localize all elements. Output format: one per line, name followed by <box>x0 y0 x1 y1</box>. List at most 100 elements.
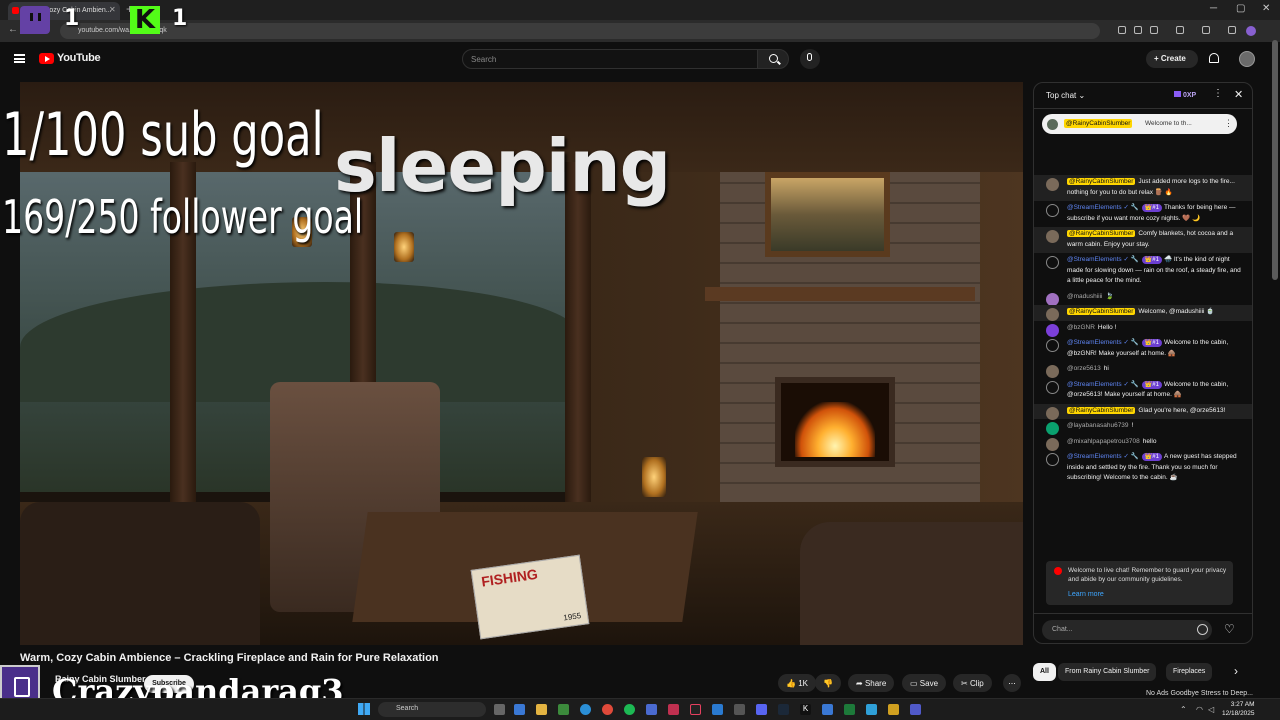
app-icon[interactable] <box>734 704 745 715</box>
chat-message[interactable]: @StreamElements ✓ 🔧 👑#1 Welcome to the cab… <box>1034 336 1252 362</box>
taskbar-clock[interactable]: 3:27 AM 12/18/2025 <box>1222 701 1255 718</box>
chat-author[interactable]: @mixahlpapapetrou3708 <box>1067 438 1140 445</box>
bookmark-star-icon[interactable] <box>1150 26 1158 34</box>
chip-all[interactable]: All <box>1033 663 1056 681</box>
app-icon[interactable] <box>844 704 855 715</box>
notifications-bell-icon[interactable] <box>1209 53 1219 63</box>
cast-icon[interactable] <box>1118 26 1126 34</box>
chat-author[interactable]: @StreamElements ✓ 🔧 <box>1067 204 1139 211</box>
zoom-icon[interactable] <box>1134 26 1142 34</box>
xp-badge[interactable]: 0XP <box>1174 91 1196 99</box>
account-avatar[interactable] <box>1239 51 1255 67</box>
heart-icon[interactable]: ♡ <box>1224 622 1235 636</box>
maximize-icon[interactable]: ▢ <box>1236 3 1245 14</box>
chat-more-icon[interactable]: ⋮ <box>1213 88 1223 99</box>
menu-icon[interactable] <box>14 54 25 63</box>
app-icon[interactable] <box>888 704 899 715</box>
downloads-icon[interactable] <box>1228 26 1236 34</box>
url-field[interactable]: youtube.com/wa... 3AFREqk <box>60 23 1100 39</box>
youtube-wordmark[interactable]: YouTube <box>57 52 101 64</box>
app-icon[interactable] <box>866 704 877 715</box>
app-icon[interactable] <box>646 704 657 715</box>
chat-author[interactable]: @RainyCabinSlumber <box>1067 230 1136 237</box>
chat-message[interactable]: @StreamElements ✓ 🔧 👑#1 A new guest has st… <box>1034 450 1252 487</box>
chat-message[interactable]: @orze5613 hi <box>1034 362 1252 378</box>
app-icon[interactable] <box>668 704 679 715</box>
search-input[interactable]: Search <box>462 49 758 69</box>
chip-fireplaces[interactable]: Fireplaces <box>1166 663 1213 681</box>
file-explorer-icon[interactable] <box>536 704 547 715</box>
chat-author[interactable]: @RainyCabinSlumber <box>1067 308 1136 315</box>
chat-author[interactable]: @StreamElements ✓ 🔧 <box>1067 381 1139 388</box>
chat-author[interactable]: @StreamElements ✓ 🔧 <box>1067 453 1139 460</box>
steam-icon[interactable] <box>778 704 789 715</box>
youtube-logo-icon[interactable] <box>39 53 54 64</box>
browser-profile-avatar[interactable] <box>1246 26 1256 36</box>
tray-chevron-icon[interactable]: ⌃ <box>1180 705 1187 714</box>
discord-icon[interactable] <box>756 704 767 715</box>
app-icon[interactable] <box>712 704 723 715</box>
close-window-icon[interactable]: ✕ <box>1262 3 1270 14</box>
chat-author[interactable]: @RainyCabinSlumber <box>1067 178 1136 185</box>
chat-message[interactable]: @madushiiii 🍃 <box>1034 290 1252 306</box>
edge-icon[interactable] <box>580 704 591 715</box>
chat-message[interactable]: @RainyCabinSlumber Welcome, @madushiiii 🍵 <box>1034 305 1252 321</box>
wifi-icon[interactable]: ◠ <box>1196 705 1203 714</box>
pinned-more-icon[interactable]: ⋮ <box>1224 118 1233 129</box>
tiktok-icon[interactable] <box>690 704 701 715</box>
chat-input[interactable]: Chat... <box>1042 620 1212 640</box>
windows-start-icon[interactable] <box>358 703 370 715</box>
chat-message[interactable]: @StreamElements ✓ 🔧 👑#1 Thanks for being h… <box>1034 201 1252 227</box>
bookmark-icon: ▭ <box>910 679 920 688</box>
emoji-icon[interactable] <box>1197 624 1208 635</box>
chat-author[interactable]: @orze5613 <box>1067 365 1101 372</box>
kick-app-icon[interactable]: K <box>800 704 811 715</box>
share-button[interactable]: ➦ Share <box>848 674 895 692</box>
copilot-icon[interactable] <box>514 704 525 715</box>
voice-search-button[interactable] <box>800 49 820 69</box>
status-text: sleeping <box>334 124 671 208</box>
page-scrollbar[interactable] <box>1272 40 1278 280</box>
chat-author[interactable]: @StreamElements ✓ 🔧 <box>1067 339 1139 346</box>
spotify-icon[interactable] <box>624 704 635 715</box>
pinned-message[interactable]: @RainyCabinSlumber Welcome to th... ⋮ <box>1042 114 1237 134</box>
minimize-icon[interactable]: ─ <box>1210 3 1217 14</box>
more-actions-button[interactable]: ... <box>1003 674 1021 692</box>
chat-author[interactable]: @StreamElements ✓ 🔧 <box>1067 256 1139 263</box>
learn-more-link[interactable]: Learn more <box>1068 591 1104 598</box>
chat-author[interactable]: @madushiiii <box>1067 293 1103 300</box>
chat-message[interactable]: @RainyCabinSlumber Glad you're here, @orz… <box>1034 403 1252 420</box>
chat-message[interactable]: @layabanasahu6739! <box>1034 419 1252 435</box>
chat-author[interactable]: @bzGNR <box>1067 324 1095 331</box>
chrome-icon[interactable] <box>602 704 613 715</box>
teams-icon[interactable] <box>910 704 921 715</box>
save-button[interactable]: ▭ Save <box>902 674 947 692</box>
clip-button[interactable]: ✂ Clip <box>953 674 992 692</box>
like-button[interactable]: 👍 1K <box>778 674 816 692</box>
app-icon[interactable] <box>822 704 833 715</box>
taskbar-search[interactable]: Search <box>378 702 486 717</box>
create-button[interactable]: + Create <box>1146 50 1198 68</box>
chat-message[interactable]: @RainyCabinSlumber Just added more logs t… <box>1034 175 1252 201</box>
close-tab-icon[interactable]: ✕ <box>109 5 116 14</box>
chat-author[interactable]: @RainyCabinSlumber <box>1067 406 1136 414</box>
search-button[interactable] <box>757 49 789 69</box>
volume-icon[interactable]: ◁ <box>1208 705 1214 714</box>
chat-message[interactable]: @mixahlpapapetrou3708 hello <box>1034 435 1252 451</box>
chevron-right-icon[interactable]: › <box>1234 664 1238 678</box>
chat-message[interactable]: @RainyCabinSlumber Comfy blankets, hot co… <box>1034 227 1252 253</box>
chat-message[interactable]: @StreamElements ✓ 🔧 👑#1 🌧️ It's the kind o… <box>1034 253 1252 290</box>
chat-message[interactable]: @bzGNR Hello ! <box>1034 321 1252 337</box>
sidebar-icon[interactable] <box>1202 26 1210 34</box>
dislike-button[interactable]: 👎 <box>815 674 841 692</box>
chat-author[interactable]: @layabanasahu6739 <box>1067 422 1129 429</box>
back-icon[interactable]: ← <box>8 24 18 35</box>
chat-message[interactable]: @StreamElements ✓ 🔧 👑#1 Welcome to the cab… <box>1034 378 1252 404</box>
store-icon[interactable] <box>558 704 569 715</box>
extensions-icon[interactable] <box>1176 26 1184 34</box>
task-view-icon[interactable] <box>494 704 505 715</box>
youtube-play-icon <box>1054 567 1062 575</box>
close-chat-icon[interactable]: ✕ <box>1234 88 1243 101</box>
chip-from-channel[interactable]: From Rainy Cabin Slumber <box>1058 663 1157 681</box>
top-chat-dropdown[interactable]: Top chat ⌄ <box>1046 91 1085 100</box>
